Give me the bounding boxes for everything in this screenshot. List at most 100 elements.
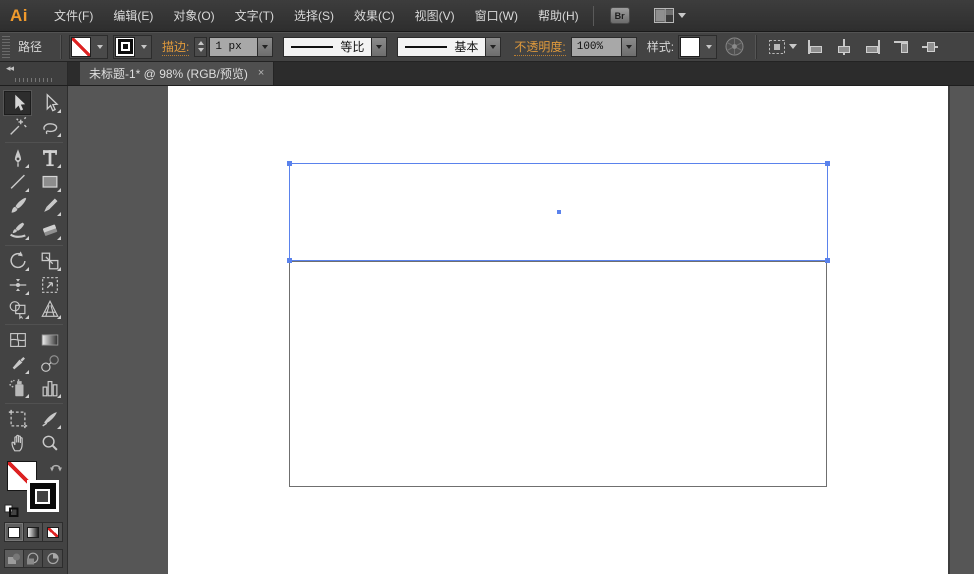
brush-dropdown[interactable] [485, 36, 502, 57]
direct-selection-tool[interactable] [36, 91, 63, 115]
symbol-sprayer-tool[interactable] [4, 376, 31, 400]
gradient-button[interactable] [24, 523, 43, 541]
pen-tool[interactable] [4, 146, 31, 170]
menu-help[interactable]: 帮助(H) [528, 7, 589, 24]
artboard-tool[interactable] [4, 407, 31, 431]
style-combo[interactable] [678, 34, 718, 59]
zoom-tool[interactable] [36, 431, 63, 455]
menu-file[interactable]: 文件(F) [44, 7, 103, 24]
shape-builder-tool[interactable] [4, 297, 31, 321]
selection-handle[interactable] [287, 161, 292, 166]
fill-color-combo[interactable] [69, 34, 109, 59]
close-icon[interactable]: × [258, 68, 264, 79]
stroke-color-swatch[interactable] [115, 36, 136, 57]
stepper-up-icon[interactable] [197, 41, 204, 45]
fill-none-swatch[interactable] [71, 36, 92, 57]
selection-handle[interactable] [287, 258, 292, 263]
rectangle-tool[interactable] [36, 170, 63, 194]
bridge-icon[interactable]: Br [609, 7, 630, 24]
draw-normal-mode[interactable] [5, 550, 24, 567]
none-button[interactable] [43, 523, 62, 541]
line-segment-tool[interactable] [4, 170, 31, 194]
tools-separator [4, 142, 63, 143]
width-profile-combo[interactable]: 等比 [283, 36, 372, 57]
chevron-down-icon [677, 13, 686, 18]
align-left-button[interactable] [802, 36, 827, 58]
panel-collapse-icon[interactable]: ◂◂ [6, 63, 14, 74]
document-tab[interactable]: 未标题-1* @ 98% (RGB/预览) × [80, 62, 275, 85]
selection-handle[interactable] [825, 161, 830, 166]
draw-behind-mode[interactable] [24, 550, 43, 567]
align-center-horizontal-button[interactable] [831, 36, 856, 58]
swap-fill-stroke-icon[interactable] [49, 461, 63, 473]
align-to-selection-icon [769, 39, 786, 54]
pencil-tool[interactable] [36, 194, 63, 218]
blend-tool[interactable] [36, 352, 63, 376]
tools-panel-grip[interactable] [15, 78, 53, 82]
opacity-panel-link[interactable]: 不透明度: [514, 38, 566, 56]
selection-tool[interactable] [4, 91, 31, 115]
tool-grid [4, 249, 63, 321]
color-button[interactable] [5, 523, 24, 541]
rectangle-shape[interactable] [289, 261, 827, 487]
selection-handle[interactable] [825, 258, 830, 263]
stepper-down-icon[interactable] [197, 48, 204, 52]
chevron-down-icon[interactable] [789, 44, 798, 49]
controlbar-grip[interactable] [2, 35, 10, 58]
perspective-grid-tool[interactable] [36, 297, 63, 321]
selected-rectangle[interactable] [287, 161, 830, 263]
opacity-dropdown[interactable] [620, 36, 637, 57]
type-tool[interactable] [36, 146, 63, 170]
stroke-weight-stepper[interactable] [194, 36, 208, 57]
style-swatch[interactable] [680, 36, 701, 57]
menu-effect[interactable]: 效果(C) [344, 7, 405, 24]
blob-brush-tool[interactable] [4, 218, 31, 242]
paintbrush-tool[interactable] [4, 194, 31, 218]
hand-tool[interactable] [4, 431, 31, 455]
draw-inside-mode[interactable] [43, 550, 62, 567]
align-top-button[interactable] [889, 36, 914, 58]
menu-view[interactable]: 视图(V) [405, 7, 465, 24]
align-center-vertical-button[interactable] [918, 36, 943, 58]
magic-wand-tool[interactable] [4, 115, 31, 139]
rotate-tool[interactable] [4, 249, 31, 273]
opacity-field[interactable]: 100% [570, 36, 621, 57]
menu-type[interactable]: 文字(T) [225, 7, 284, 24]
stroke-weight-dropdown[interactable] [257, 36, 274, 57]
stroke-panel-link[interactable]: 描边: [162, 38, 190, 56]
menu-edit[interactable]: 编辑(E) [103, 7, 163, 24]
menu-window[interactable]: 窗口(W) [465, 7, 528, 24]
tool-grid [4, 91, 63, 139]
mesh-tool[interactable] [4, 328, 31, 352]
chevron-down-icon[interactable] [701, 36, 716, 58]
chevron-down-icon[interactable] [92, 36, 107, 58]
lasso-tool[interactable] [36, 115, 63, 139]
align-to-selection-button[interactable] [767, 38, 798, 56]
stroke-color-combo[interactable] [113, 34, 153, 59]
stroke-swatch[interactable] [26, 480, 59, 512]
align-right-icon [865, 39, 880, 54]
gradient-tool[interactable] [36, 328, 63, 352]
default-fill-stroke-icon[interactable] [4, 504, 19, 517]
brush-combo[interactable]: 基本 [397, 36, 486, 57]
align-left-icon [807, 39, 822, 54]
chevron-down-icon[interactable] [136, 36, 151, 58]
column-graph-tool[interactable] [36, 376, 63, 400]
stroke-weight-field[interactable]: 1 px [209, 36, 258, 57]
recolor-artwork-button[interactable] [725, 37, 744, 56]
menu-select[interactable]: 选择(S) [284, 7, 344, 24]
scale-tool[interactable] [36, 249, 63, 273]
align-right-button[interactable] [860, 36, 885, 58]
width-tool[interactable] [4, 273, 31, 297]
canvas-area[interactable] [68, 86, 974, 574]
eyedropper-tool[interactable] [4, 352, 31, 376]
control-bar: 路径 描边: 1 px 等比 基本 不透明度: 100% 样式: [0, 32, 974, 62]
workspace-switcher-button[interactable] [653, 8, 686, 23]
free-transform-tool[interactable] [36, 273, 63, 297]
menu-object[interactable]: 对象(O) [163, 7, 224, 24]
width-profile-dropdown[interactable] [371, 36, 388, 57]
slice-tool[interactable] [36, 407, 63, 431]
eraser-tool[interactable] [36, 218, 63, 242]
tools-separator [4, 324, 63, 325]
tool-grid [4, 328, 63, 400]
